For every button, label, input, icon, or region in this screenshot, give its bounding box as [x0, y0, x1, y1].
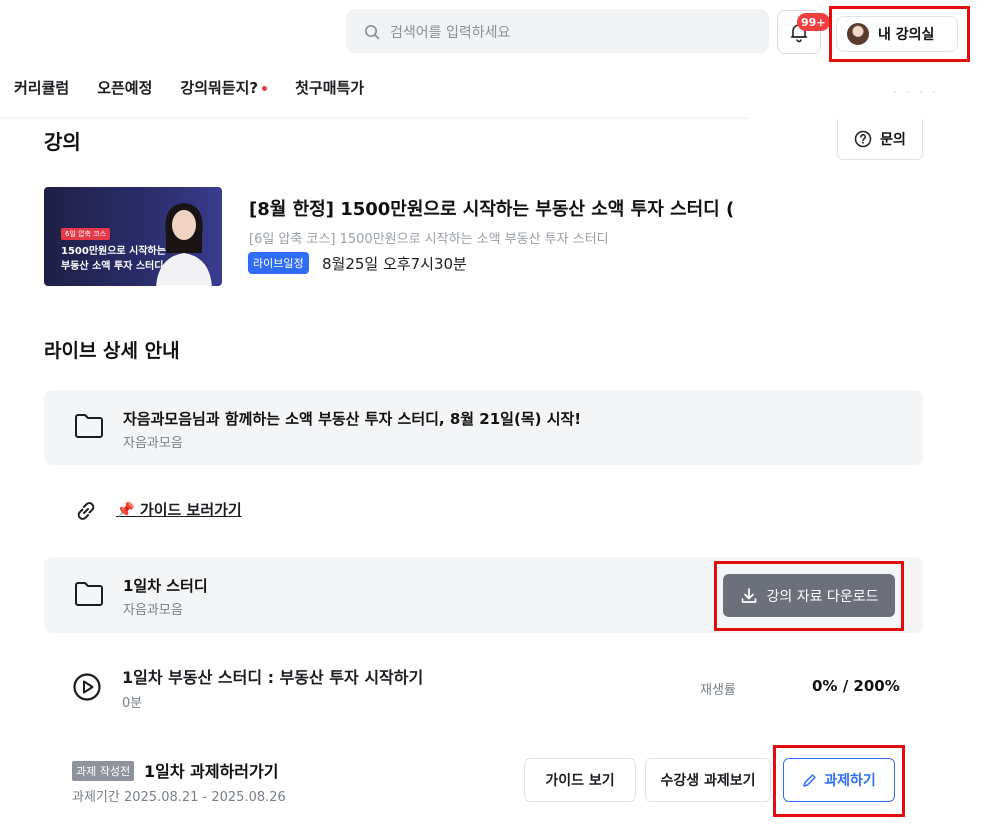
assignment-status-tag: 과제 작성전	[72, 761, 135, 781]
highlight-box-my-classroom	[829, 6, 970, 62]
play-rate-value: 0% / 200%	[812, 677, 900, 695]
notice-title: 자음과모음님과 함께하는 소액 부동산 투자 스터디, 8월 21일(목) 시작…	[123, 410, 582, 428]
play-icon[interactable]	[72, 672, 102, 702]
nav-item-upcoming[interactable]: 오픈예정	[97, 77, 152, 98]
guide-view-button[interactable]: 가이드 보기	[524, 758, 636, 802]
page-title: 강의	[44, 130, 81, 154]
notice-panel[interactable]: 자음과모음님과 함께하는 소액 부동산 투자 스터디, 8월 21일(목) 시작…	[44, 390, 923, 465]
assignment-title: 1일차 과제하러가기	[144, 762, 279, 781]
guide-link[interactable]: 📌 가이드 보러가기	[116, 499, 242, 520]
highlight-box-download	[714, 561, 904, 631]
assignment-period: 과제기간 2025.08.21 - 2025.08.26	[72, 790, 286, 805]
student-assignments-button[interactable]: 수강생 과제보기	[645, 758, 771, 802]
nav-divider	[0, 118, 748, 119]
thumbnail-line1: 1500만원으로 시작하는	[61, 246, 166, 257]
live-schedule-tag: 라이브일정	[248, 252, 309, 274]
course-title[interactable]: [8월 한정] 1500만원으로 시작하는 부동산 소액 투자 스터디 (	[249, 195, 754, 221]
notification-badge: 99+	[797, 13, 830, 31]
highlight-box-assignment	[773, 745, 905, 817]
instructor-photo	[156, 203, 212, 286]
inquiry-button[interactable]: 문의	[837, 119, 923, 160]
lesson-duration: 0분	[122, 696, 143, 711]
nav-item-recommend-label: 강의뭐듣지?	[180, 79, 259, 97]
help-icon	[854, 130, 872, 148]
inquiry-label: 문의	[880, 132, 906, 148]
search-icon	[365, 24, 380, 39]
search-placeholder: 검색어를 입력하세요	[390, 24, 511, 41]
section-title-live: 라이브 상세 안내	[44, 340, 180, 362]
course-subtitle: [6일 압축 코스] 1500만원으로 시작하는 소액 부동산 투자 스터디	[249, 232, 609, 247]
folder-icon	[75, 414, 103, 438]
main-nav: 커리큘럼 오픈예정 강의뭐듣지? 첫구매특가	[14, 77, 364, 98]
thumbnail-tag: 6일 압축 코스	[61, 228, 111, 240]
nav-item-first-purchase[interactable]: 첫구매특가	[295, 77, 364, 98]
nav-faint-text: · · · ·	[893, 86, 939, 99]
folder-icon	[75, 582, 103, 606]
thumbnail-line2: 부동산 소액 투자 스터디	[61, 261, 164, 272]
course-thumbnail[interactable]: 6일 압축 코스 1500만원으로 시작하는 부동산 소액 투자 스터디	[44, 187, 222, 286]
link-icon	[77, 502, 95, 520]
play-rate-label: 재생률	[700, 683, 736, 698]
lesson-title[interactable]: 1일차 부동산 스터디 : 부동산 투자 시작하기	[122, 664, 423, 688]
notice-author: 자음과모음	[123, 436, 183, 451]
search-bar[interactable]: 검색어를 입력하세요	[346, 9, 769, 54]
nav-item-recommend[interactable]: 강의뭐듣지?	[180, 77, 268, 98]
day1-author: 자음과모음	[123, 603, 183, 618]
nav-item-curriculum[interactable]: 커리큘럼	[14, 77, 69, 98]
day1-title: 1일차 스터디	[123, 577, 208, 595]
live-schedule-date: 8월25일 오후7시30분	[322, 255, 467, 273]
new-dot-icon	[262, 86, 268, 91]
